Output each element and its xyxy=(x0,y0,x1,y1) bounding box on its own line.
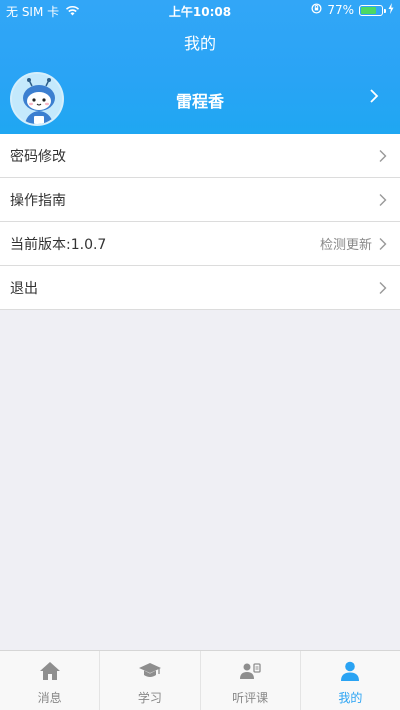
graduation-cap-icon xyxy=(138,663,161,677)
settings-menu: 密码修改 操作指南 当前版本:1.0.7 检测更新 退出 xyxy=(0,134,400,310)
tab-label: 消息 xyxy=(37,691,62,705)
menu-item-logout[interactable]: 退出 xyxy=(0,266,400,310)
page-title: 我的 xyxy=(183,34,216,53)
tab-lesson-review[interactable]: 听评课 xyxy=(199,651,300,710)
battery-icon xyxy=(359,4,386,16)
listen-review-icon xyxy=(240,663,261,679)
menu-item-label: 当前版本:1.0.7 xyxy=(10,236,107,253)
chevron-right-icon xyxy=(379,149,387,162)
tab-label: 学习 xyxy=(137,691,162,705)
my-page-screen: 无 SIM 卡 上午10:08 77% 我的 雷程香 密码修改 操作指南 当前版… xyxy=(0,0,400,710)
chevron-right-icon xyxy=(379,193,387,206)
menu-item-label: 操作指南 xyxy=(10,192,66,209)
tab-label: 我的 xyxy=(338,691,363,705)
tab-label: 听评课 xyxy=(232,691,269,705)
check-update-link[interactable]: 检测更新 xyxy=(320,234,372,253)
menu-item-change-password[interactable]: 密码修改 xyxy=(0,134,400,178)
status-right: 77% xyxy=(311,3,394,17)
menu-item-user-guide[interactable]: 操作指南 xyxy=(0,178,400,222)
profile-row[interactable]: 雷程香 xyxy=(0,66,400,130)
tab-messages[interactable]: 消息 xyxy=(0,651,99,710)
user-icon xyxy=(341,661,360,681)
chevron-right-icon xyxy=(379,237,387,250)
chevron-right-icon xyxy=(370,89,379,103)
orientation-lock-icon xyxy=(311,3,322,17)
header: 无 SIM 卡 上午10:08 77% 我的 雷程香 xyxy=(0,0,400,134)
battery-percent: 77% xyxy=(327,3,354,17)
menu-item-label: 密码修改 xyxy=(10,148,66,165)
chevron-right-icon xyxy=(379,281,387,294)
tab-mine[interactable]: 我的 xyxy=(299,651,400,710)
status-bar: 无 SIM 卡 上午10:08 77% xyxy=(0,0,400,20)
battery-level xyxy=(361,6,377,14)
tab-bar: 消息 学习 听评课 我的 xyxy=(0,650,400,710)
charging-icon xyxy=(388,3,394,17)
tab-study[interactable]: 学习 xyxy=(99,651,199,710)
profile-name: 雷程香 xyxy=(175,92,224,111)
menu-item-version[interactable]: 当前版本:1.0.7 检测更新 xyxy=(0,222,400,266)
menu-item-label: 退出 xyxy=(10,280,38,297)
home-icon xyxy=(39,662,60,680)
